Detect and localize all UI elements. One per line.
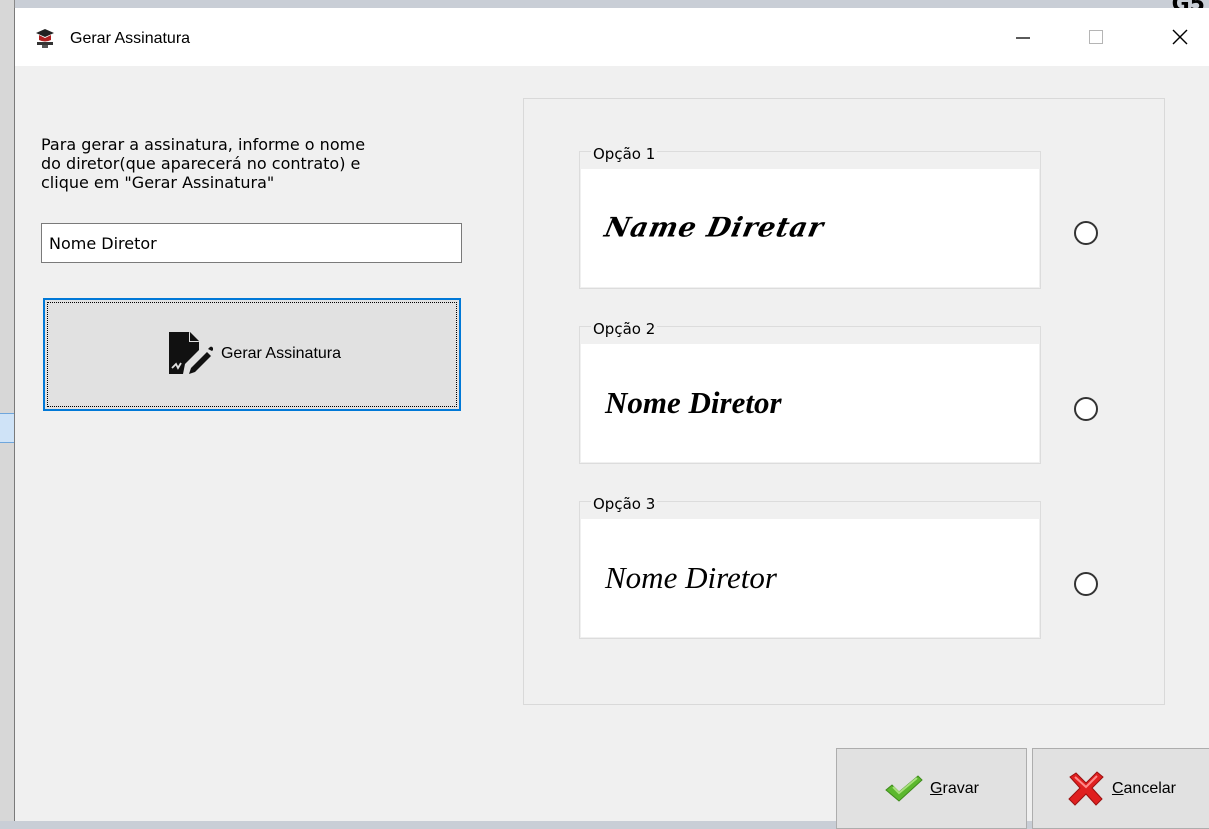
option-2-legend: Opção 2: [591, 320, 658, 338]
option-1-preview[interactable]: Name Diretar: [581, 169, 1039, 287]
option-3-signature: Nome Diretor: [605, 560, 777, 595]
app-icon: [36, 29, 54, 48]
option-1-legend: Opção 1: [591, 145, 658, 163]
background-selection-strip: [0, 413, 14, 443]
option-3-group: Opção 3 Nome Diretor: [579, 496, 1041, 639]
instruction-line: Para gerar a assinatura, informe o nome: [41, 135, 366, 154]
cancel-label: Cancelar: [1111, 779, 1177, 797]
signature-document-icon: [168, 331, 213, 374]
save-label: Gravar: [930, 779, 979, 797]
cancel-button[interactable]: Cancelar: [1032, 748, 1209, 829]
instruction-line: clique em "Gerar Assinatura": [41, 173, 275, 192]
generate-signature-button[interactable]: Gerar Assinatura: [43, 298, 461, 411]
checkmark-icon: [885, 774, 923, 802]
close-button[interactable]: [1157, 8, 1203, 66]
cancel-x-icon: [1068, 770, 1104, 806]
instruction-line: do diretor(que aparecerá no contrato) e: [41, 154, 361, 173]
option-2-signature: Nome Diretor: [605, 385, 782, 420]
minimize-button[interactable]: [1000, 8, 1046, 66]
option-3-radio[interactable]: [1074, 572, 1098, 596]
director-name-input[interactable]: [41, 223, 462, 263]
option-3-legend: Opção 3: [591, 495, 658, 513]
title-bar[interactable]: Gerar Assinatura: [15, 8, 1209, 66]
option-3-preview[interactable]: Nome Diretor: [581, 519, 1039, 637]
signature-options-panel: Opção 1 Name Diretar Opção 2 Nome Direto…: [523, 98, 1165, 705]
instructions-text: Para gerar a assinatura, informe o nome …: [41, 135, 471, 192]
close-icon: [1172, 29, 1188, 45]
option-1-group: Opção 1 Name Diretar: [579, 146, 1041, 289]
window-title: Gerar Assinatura: [70, 30, 191, 47]
maximize-button[interactable]: [1073, 8, 1119, 66]
maximize-icon: [1089, 30, 1103, 44]
option-2-radio[interactable]: [1074, 397, 1098, 421]
minimize-icon: [1016, 37, 1030, 39]
option-1-radio[interactable]: [1074, 221, 1098, 245]
save-button[interactable]: Gravar: [836, 748, 1027, 829]
option-2-group: Opção 2 Nome Diretor: [579, 321, 1041, 464]
generate-signature-label: Gerar Assinatura: [220, 344, 342, 362]
gerar-assinatura-dialog: Gerar Assinatura Para gerar a assinatura…: [14, 8, 1209, 829]
background-window-edge: [0, 0, 15, 821]
option-1-signature: Name Diretar: [601, 212, 827, 244]
option-2-preview[interactable]: Nome Diretor: [581, 344, 1039, 462]
